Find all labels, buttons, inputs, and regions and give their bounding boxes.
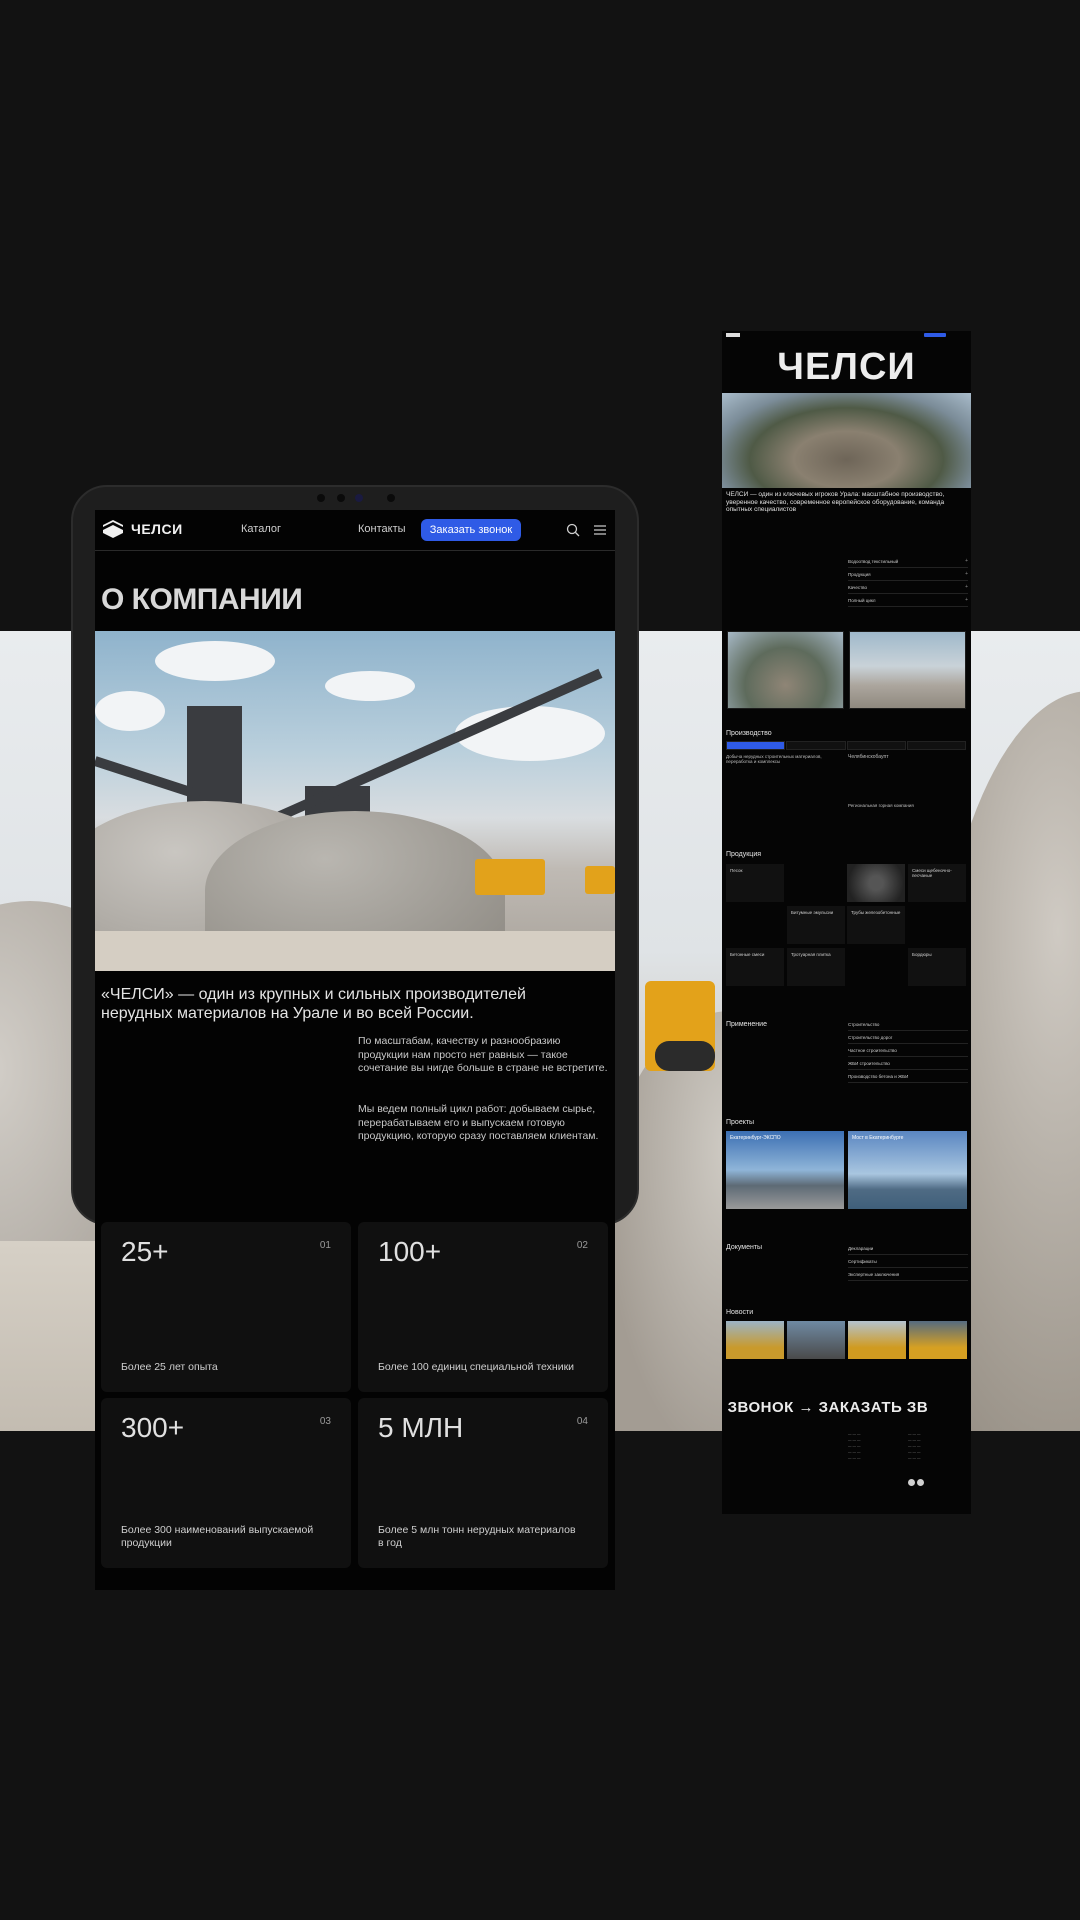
mockup-thumb <box>849 631 966 709</box>
camera-dot <box>387 494 395 502</box>
stat-caption: Более 5 млн тонн нерудных материалов в г… <box>378 1524 576 1549</box>
mockup-section-products: Продукция <box>726 851 762 858</box>
full-page-mockup: ЧЕЛСИ ЧЕЛСИ — один из ключевых игроков У… <box>722 331 971 1514</box>
stat-card: 300+ 03 Более 300 наименований выпускаем… <box>101 1398 351 1568</box>
mockup-project-card[interactable]: Мост в Екатеринбурге <box>848 1131 967 1209</box>
mockup-product-card[interactable] <box>847 864 905 902</box>
mockup-document-row[interactable]: Декларации <box>848 1243 968 1255</box>
about-paragraph-2: Мы ведем полный цикл работ: добываем сыр… <box>358 1103 599 1142</box>
mockup-footer-links: — — — — — — — — — — — — — — — <box>848 1432 861 1460</box>
social-icon[interactable] <box>908 1479 915 1486</box>
mockup-news-card[interactable] <box>726 1321 784 1359</box>
camera-dot <box>337 494 345 502</box>
page-title: О КОМПАНИИ <box>101 583 303 616</box>
mockup-product-card[interactable]: Смеси щебеночно-песчаные <box>908 864 966 902</box>
mockup-product-card[interactable]: Тротуарная плитка <box>787 948 845 986</box>
stat-caption: Более 300 наименований выпускаемой проду… <box>121 1524 314 1549</box>
stat-number: 01 <box>319 1240 331 1251</box>
mockup-application-row[interactable]: Производство бетона и ЖБИ <box>848 1071 968 1083</box>
mockup-section-production: Производство <box>726 730 772 737</box>
mockup-application-row[interactable]: Частное строительство <box>848 1045 968 1057</box>
social-icon[interactable] <box>917 1479 924 1486</box>
about-paragraph-1: По масштабам, качеству и разнообразию пр… <box>358 1035 608 1074</box>
mockup-hero-text: ЧЕЛСИ — один из ключевых игроков Урала: … <box>726 491 945 513</box>
stat-value: 100+ <box>378 1236 442 1267</box>
mockup-section-news: Новости <box>726 1309 754 1316</box>
stat-number: 02 <box>576 1240 588 1251</box>
tablet-screen: ЧЕЛСИ Каталог Контакты Заказать звонок О… <box>95 510 615 1590</box>
road <box>95 931 615 971</box>
mockup-accordion-row[interactable]: Качество + <box>848 582 968 594</box>
mockup-thumb <box>727 631 844 709</box>
mockup-product-card[interactable]: Песок <box>726 864 784 902</box>
camera-dot <box>317 494 325 502</box>
top-nav: ЧЕЛСИ Каталог Контакты Заказать звонок <box>95 510 615 551</box>
stat-value: 5 МЛН <box>378 1412 464 1443</box>
mockup-accordion-row[interactable]: Полный цикл + <box>848 595 968 607</box>
mockup-production-sub: Региональная горная компания <box>848 803 914 808</box>
stat-number: 04 <box>576 1416 588 1427</box>
mockup-production-sub: Челябинскобаупт <box>848 754 889 760</box>
mockup-section-projects: Проекты <box>726 1119 755 1126</box>
mockup-project-card[interactable]: Екатеринбург-ЭКСПО <box>726 1131 844 1209</box>
mockup-accordion-row[interactable]: Продукция + <box>848 569 968 581</box>
mockup-news-card[interactable] <box>848 1321 906 1359</box>
about-lead: «ЧЕЛСИ» — один из крупных и сильных прои… <box>101 986 526 1022</box>
mockup-application-row[interactable]: ЖБИ строительство <box>848 1058 968 1070</box>
stat-number: 03 <box>319 1416 331 1427</box>
loader-vehicle <box>645 981 715 1071</box>
stat-card: 5 МЛН 04 Более 5 млн тонн нерудных матер… <box>358 1398 608 1568</box>
mockup-section-documents: Документы <box>726 1244 763 1251</box>
mockup-tabs[interactable] <box>726 741 966 750</box>
mockup-product-card[interactable]: Битумные эмульсии <box>787 906 845 944</box>
menu-icon[interactable] <box>592 522 608 538</box>
stat-caption: Более 100 единиц специальной техники <box>378 1361 575 1373</box>
hero-photo <box>95 631 615 971</box>
camera-lens <box>355 494 363 502</box>
mockup-application-row[interactable]: Строительство дорог <box>848 1032 968 1044</box>
mockup-news-card[interactable] <box>909 1321 967 1359</box>
mockup-news-card[interactable] <box>787 1321 845 1359</box>
mockup-document-row[interactable]: Экспертные заключения <box>848 1269 968 1281</box>
logo-text: ЧЕЛСИ <box>131 521 183 537</box>
mockup-document-row[interactable]: Сертификаты <box>848 1256 968 1268</box>
mockup-production-lead: Добыча нерудных строительных материалов,… <box>726 754 822 764</box>
mockup-product-card[interactable]: Трубы железобетонные <box>847 906 905 944</box>
brand-logo[interactable]: ЧЕЛСИ <box>101 519 183 539</box>
order-call-button[interactable]: Заказать звонок <box>421 519 521 541</box>
logo-mark-icon <box>103 520 123 538</box>
nav-contacts-link[interactable]: Контакты <box>358 523 406 535</box>
mockup-brand: ЧЕЛСИ <box>777 346 916 388</box>
mockup-quarry-photo <box>722 393 971 488</box>
search-icon[interactable] <box>565 522 581 538</box>
stat-caption: Более 25 лет опыта <box>121 1361 218 1373</box>
presentation-stage: ЧЕЛСИ Каталог Контакты Заказать звонок О… <box>0 0 1080 1920</box>
stat-card: 100+ 02 Более 100 единиц специальной тех… <box>358 1222 608 1392</box>
stat-card: 25+ 01 Более 25 лет опыта <box>101 1222 351 1392</box>
mockup-section-applications: Применение <box>726 1021 767 1028</box>
stat-value: 300+ <box>121 1412 185 1443</box>
mockup-application-row[interactable]: Строительство <box>848 1019 968 1031</box>
mockup-nav <box>722 331 971 339</box>
nav-catalog-link[interactable]: Каталог <box>241 523 281 535</box>
mockup-cta-marquee[interactable]: ТЬ ЗВОНОК → ЗАКАЗАТЬ ЗВ <box>722 1399 928 1416</box>
mockup-product-card[interactable]: Бордюры <box>908 948 966 986</box>
mockup-accordion-row[interactable]: Водоотвод текстильный + <box>848 556 968 568</box>
mockup-product-card[interactable]: Бетонные смеси <box>726 948 784 986</box>
stat-value: 25+ <box>121 1236 169 1267</box>
mockup-footer-contacts: — — — — — — — — — — — — — — — <box>908 1432 921 1460</box>
